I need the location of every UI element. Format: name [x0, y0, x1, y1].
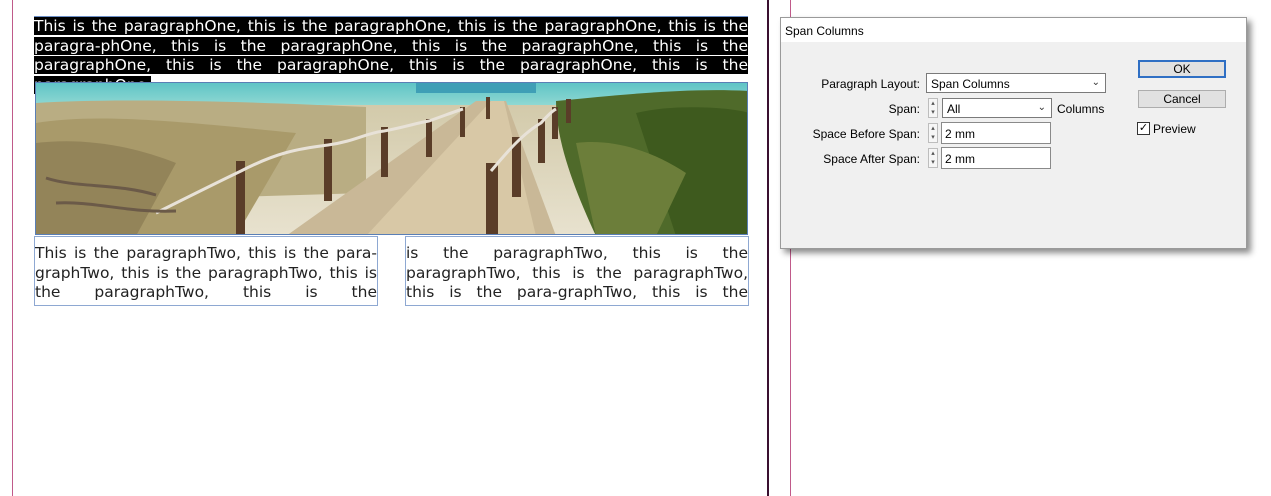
dialog-titlebar[interactable]: Span Columns [781, 18, 1246, 42]
span-value: All [947, 102, 961, 116]
space-before-stepper[interactable]: ▴ ▾ [928, 123, 938, 143]
paragraph-two-column-2[interactable]: is the paragraphTwo, this is the paragra… [406, 244, 748, 302]
paragraph-two-column-1[interactable]: This is the paragraphTwo, this is the pa… [35, 244, 377, 302]
beach-boardwalk-image[interactable] [35, 82, 748, 235]
span-columns-dialog: Span Columns Paragraph Layout: Span Colu… [780, 17, 1247, 249]
margin-guide-left [12, 0, 13, 496]
paragraph-layout-select[interactable]: Span Columns ⌄ [926, 73, 1106, 93]
span-label-text: Span: [888, 102, 920, 116]
span-label: Span: [889, 102, 920, 116]
span-select[interactable]: All ⌄ [942, 98, 1052, 118]
space-after-stepper[interactable]: ▴ ▾ [928, 148, 938, 168]
preview-label[interactable]: Preview [1153, 122, 1196, 136]
dialog-title: Span Columns [785, 24, 864, 38]
space-after-label-text: Space After Span: [823, 152, 920, 166]
checkmark-icon: ✓ [1138, 122, 1149, 134]
space-before-label-text: Space Before Span: [812, 127, 920, 141]
chevron-down-icon: ⌄ [1091, 77, 1100, 88]
space-before-label: Space Before Span: [813, 127, 920, 141]
preview-checkbox[interactable]: ✓ [1137, 122, 1150, 135]
paragraph-layout-label: Paragraph Layout: [821, 77, 920, 91]
beach-boardwalk-picture [36, 83, 747, 234]
space-before-input[interactable]: 2 mm [941, 122, 1051, 144]
ok-button[interactable]: OK [1138, 60, 1226, 78]
paragraph-layout-value: Span Columns [931, 77, 1010, 91]
paragraph-layout-label-text: Paragraph Layout: [821, 77, 920, 91]
page-edge [767, 0, 769, 496]
span-unit-label: Columns [1057, 102, 1105, 116]
cancel-button[interactable]: Cancel [1138, 90, 1226, 108]
space-after-input[interactable]: 2 mm [941, 147, 1051, 169]
space-after-label: Space After Span: [823, 152, 920, 166]
chevron-down-icon: ⌄ [1037, 102, 1046, 113]
span-stepper[interactable]: ▴ ▾ [928, 98, 938, 118]
